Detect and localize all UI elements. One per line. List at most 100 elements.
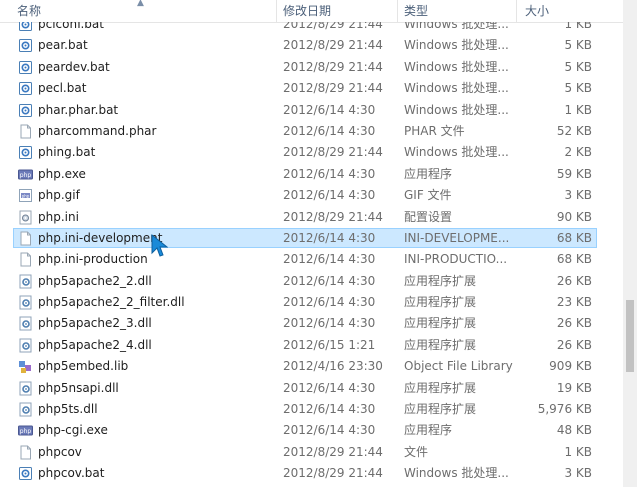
svg-text:php: php — [20, 172, 32, 179]
file-date: 2012/8/29 21:44 — [283, 81, 383, 96]
file-date: 2012/6/14 4:30 — [283, 102, 376, 117]
file-date: 2012/8/29 21:44 — [283, 466, 383, 481]
file-type: 应用程序扩展 — [404, 295, 477, 310]
file-date: 2012/8/29 21:44 — [283, 209, 383, 224]
file-type: Object File Library — [404, 359, 513, 374]
file-size: 909 KB — [549, 359, 592, 374]
file-row[interactable]: phpcov.bat 2012/8/29 21:44 Windows 批处理... 3… — [0, 463, 623, 484]
file-name: php-cgi.exe — [38, 423, 108, 438]
name-column-label: 名称 — [17, 4, 42, 18]
file-size: 5 KB — [564, 59, 592, 74]
file-date: 2012/6/14 4:30 — [283, 316, 376, 331]
type-column-header[interactable]: 类型 — [404, 0, 428, 22]
file-date: 2012/6/14 4:30 — [283, 123, 376, 138]
file-name: php5apache2_2_filter.dll — [38, 295, 185, 310]
file-row-selected[interactable]: php.ini-development 2012/6/14 4:30 INI-DEV… — [0, 227, 623, 249]
file-row[interactable]: phpcov 2012/8/29 21:44 文件 1 KB — [0, 442, 623, 463]
file-name: php5nsapi.dll — [38, 380, 119, 395]
file-row[interactable]: pecl.bat 2012/8/29 21:44 Windows 批处理... 5 K… — [0, 78, 623, 99]
file-type: 应用程序 — [404, 166, 453, 181]
file-type: Windows 批处理... — [404, 102, 509, 117]
file-row[interactable]: php.ini 2012/8/29 21:44 配置设置 90 KB — [0, 207, 623, 228]
file-size: 52 KB — [556, 123, 592, 138]
file-row[interactable]: php5apache2_4.dll 2012/6/15 1:21 应用程序扩展 26 … — [0, 335, 623, 356]
file-size: 26 KB — [556, 316, 592, 331]
dll-gear-icon — [18, 402, 33, 417]
column-header-row: 名称 ▲ 修改日期 类型 大小 — [0, 0, 623, 23]
svg-text:php: php — [20, 428, 32, 435]
file-name: pear.bat — [38, 38, 88, 53]
file-type: 应用程序扩展 — [404, 380, 477, 395]
size-column-header[interactable]: 大小 — [525, 0, 549, 22]
file-date: 2012/6/14 4:30 — [283, 273, 376, 288]
file-row[interactable]: php.ini-production 2012/6/14 4:30 INI-PROD… — [0, 249, 623, 270]
file-type: 配置设置 — [404, 209, 453, 224]
file-date: 2012/6/14 4:30 — [283, 166, 376, 181]
file-date: 2012/8/29 21:44 — [283, 444, 383, 459]
file-type: INI-DEVELOPME... — [404, 230, 510, 245]
file-name: php5apache2_4.dll — [38, 337, 152, 352]
file-row[interactable]: pear.bat 2012/8/29 21:44 Windows 批处理... 5 K… — [0, 35, 623, 56]
bat-gear-icon — [18, 22, 33, 32]
file-row[interactable]: peardev.bat 2012/8/29 21:44 Windows 批处理...… — [0, 57, 623, 78]
file-row[interactable]: php php.exe 2012/6/14 4:30 应用程序 59 KB — [0, 164, 623, 185]
file-date: 2012/6/14 4:30 — [283, 423, 376, 438]
file-row[interactable]: php5nsapi.dll 2012/6/14 4:30 应用程序扩展 19 KB — [0, 378, 623, 399]
file-type: 应用程序扩展 — [404, 273, 477, 288]
file-name: pecl.bat — [38, 81, 87, 96]
column-divider[interactable] — [397, 0, 398, 22]
page-icon — [18, 252, 33, 267]
file-date: 2012/6/14 4:30 — [283, 252, 376, 267]
file-row[interactable]: php5embed.lib 2012/4/16 23:30 Object File … — [0, 356, 623, 377]
file-size: 3 KB — [564, 188, 592, 203]
file-date: 2012/8/29 21:44 — [283, 59, 383, 74]
file-date: 2012/6/14 4:30 — [283, 188, 376, 203]
file-type: PHAR 文件 — [404, 123, 465, 138]
date-column-header[interactable]: 修改日期 — [283, 0, 331, 22]
file-name: peardev.bat — [38, 59, 110, 74]
file-row[interactable]: php5apache2_2.dll 2012/6/14 4:30 应用程序扩展 26 … — [0, 271, 623, 292]
file-row[interactable]: phing.bat 2012/8/29 21:44 Windows 批处理... 2 … — [0, 142, 623, 163]
file-row[interactable]: php5ts.dll 2012/6/14 4:30 应用程序扩展 5,976 KB — [0, 399, 623, 420]
file-name: phar.phar.bat — [38, 102, 119, 117]
page-icon — [18, 231, 33, 246]
bat-gear-icon — [18, 466, 33, 481]
sort-ascending-icon: ▲ — [137, 0, 144, 8]
vertical-scrollbar[interactable] — [623, 0, 637, 487]
file-row[interactable]: php php-cgi.exe 2012/6/14 4:30 应用程序 48 KB — [0, 420, 623, 441]
file-name: phpcov.bat — [38, 466, 105, 481]
dll-gear-icon — [18, 338, 33, 353]
column-divider[interactable] — [516, 0, 517, 22]
file-type: Windows 批处理... — [404, 81, 509, 96]
file-size: 1 KB — [564, 22, 592, 31]
bat-gear-icon — [18, 103, 33, 118]
file-type: 应用程序扩展 — [404, 316, 477, 331]
file-name: php5apache2_3.dll — [38, 316, 152, 331]
file-row[interactable]: pharcommand.phar 2012/6/14 4:30 PHAR 文件 52 … — [0, 121, 623, 142]
file-name: pciconf.bat — [38, 22, 104, 31]
php-exe-icon: php — [18, 423, 33, 438]
file-type: Windows 批处理... — [404, 59, 509, 74]
bat-gear-icon — [18, 60, 33, 75]
file-type: Windows 批处理... — [404, 145, 509, 160]
type-column-label: 类型 — [404, 4, 429, 18]
file-size: 19 KB — [556, 380, 592, 395]
file-row[interactable]: phar.phar.bat 2012/6/14 4:30 Windows 批处理..… — [0, 100, 623, 121]
file-row[interactable]: php5apache2_3.dll 2012/6/14 4:30 应用程序扩展 26 … — [0, 313, 623, 334]
file-row[interactable]: php php.gif 2012/6/14 4:30 GIF 文件 3 KB — [0, 185, 623, 206]
file-row[interactable]: php5apache2_2_filter.dll 2012/6/14 4:30 应用… — [0, 292, 623, 313]
column-divider[interactable] — [276, 0, 277, 22]
file-type: Windows 批处理... — [404, 22, 509, 31]
file-size: 5 KB — [564, 38, 592, 53]
file-size: 90 KB — [556, 209, 592, 224]
file-row[interactable]: pciconf.bat 2012/8/29 21:44 Windows 批处理...… — [0, 22, 623, 35]
file-name: php5ts.dll — [38, 402, 98, 417]
name-column-header[interactable]: 名称 — [17, 0, 41, 22]
file-size: 26 KB — [556, 273, 592, 288]
file-size: 23 KB — [556, 295, 592, 310]
scrollbar-thumb[interactable] — [626, 300, 634, 372]
file-type: 应用程序扩展 — [404, 337, 477, 352]
dll-gear-icon — [18, 316, 33, 331]
file-size: 26 KB — [556, 337, 592, 352]
file-date: 2012/6/14 4:30 — [283, 402, 376, 417]
